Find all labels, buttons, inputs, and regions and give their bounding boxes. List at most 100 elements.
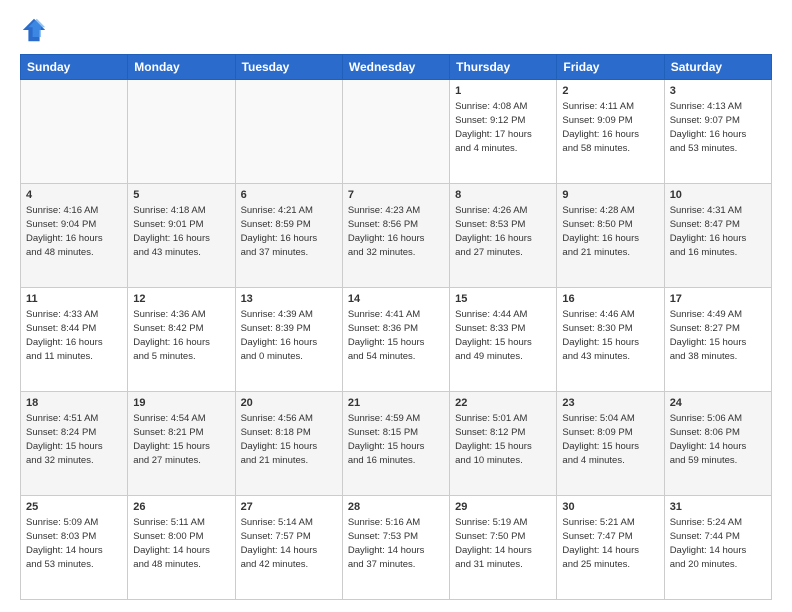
day-info: Sunrise: 4:31 AMSunset: 8:47 PMDaylight:… xyxy=(670,204,766,259)
day-info: Sunrise: 4:44 AMSunset: 8:33 PMDaylight:… xyxy=(455,308,551,363)
day-info: Sunrise: 4:59 AMSunset: 8:15 PMDaylight:… xyxy=(348,412,444,467)
day-number: 6 xyxy=(241,188,337,203)
day-number: 25 xyxy=(26,500,122,515)
day-number: 23 xyxy=(562,396,658,411)
calendar-cell: 5Sunrise: 4:18 AMSunset: 9:01 PMDaylight… xyxy=(128,184,235,288)
day-number: 12 xyxy=(133,292,229,307)
calendar-cell: 10Sunrise: 4:31 AMSunset: 8:47 PMDayligh… xyxy=(664,184,771,288)
day-number: 29 xyxy=(455,500,551,515)
day-number: 22 xyxy=(455,396,551,411)
calendar-cell xyxy=(21,80,128,184)
day-info: Sunrise: 4:26 AMSunset: 8:53 PMDaylight:… xyxy=(455,204,551,259)
day-info: Sunrise: 5:11 AMSunset: 8:00 PMDaylight:… xyxy=(133,516,229,571)
calendar-cell: 1Sunrise: 4:08 AMSunset: 9:12 PMDaylight… xyxy=(450,80,557,184)
day-number: 27 xyxy=(241,500,337,515)
day-info: Sunrise: 5:04 AMSunset: 8:09 PMDaylight:… xyxy=(562,412,658,467)
week-row: 25Sunrise: 5:09 AMSunset: 8:03 PMDayligh… xyxy=(21,496,772,600)
day-number: 11 xyxy=(26,292,122,307)
day-number: 19 xyxy=(133,396,229,411)
calendar-cell: 17Sunrise: 4:49 AMSunset: 8:27 PMDayligh… xyxy=(664,288,771,392)
logo xyxy=(20,16,52,44)
day-info: Sunrise: 4:51 AMSunset: 8:24 PMDaylight:… xyxy=(26,412,122,467)
column-header-saturday: Saturday xyxy=(664,55,771,80)
calendar-cell: 29Sunrise: 5:19 AMSunset: 7:50 PMDayligh… xyxy=(450,496,557,600)
week-row: 4Sunrise: 4:16 AMSunset: 9:04 PMDaylight… xyxy=(21,184,772,288)
calendar-cell: 23Sunrise: 5:04 AMSunset: 8:09 PMDayligh… xyxy=(557,392,664,496)
column-header-thursday: Thursday xyxy=(450,55,557,80)
calendar-cell: 27Sunrise: 5:14 AMSunset: 7:57 PMDayligh… xyxy=(235,496,342,600)
day-number: 16 xyxy=(562,292,658,307)
day-number: 2 xyxy=(562,84,658,99)
calendar-cell: 19Sunrise: 4:54 AMSunset: 8:21 PMDayligh… xyxy=(128,392,235,496)
calendar-cell: 8Sunrise: 4:26 AMSunset: 8:53 PMDaylight… xyxy=(450,184,557,288)
calendar-cell: 11Sunrise: 4:33 AMSunset: 8:44 PMDayligh… xyxy=(21,288,128,392)
calendar-cell xyxy=(235,80,342,184)
day-info: Sunrise: 5:24 AMSunset: 7:44 PMDaylight:… xyxy=(670,516,766,571)
day-number: 17 xyxy=(670,292,766,307)
calendar-cell: 16Sunrise: 4:46 AMSunset: 8:30 PMDayligh… xyxy=(557,288,664,392)
column-header-tuesday: Tuesday xyxy=(235,55,342,80)
day-info: Sunrise: 4:41 AMSunset: 8:36 PMDaylight:… xyxy=(348,308,444,363)
day-info: Sunrise: 5:09 AMSunset: 8:03 PMDaylight:… xyxy=(26,516,122,571)
day-info: Sunrise: 4:13 AMSunset: 9:07 PMDaylight:… xyxy=(670,100,766,155)
day-info: Sunrise: 5:19 AMSunset: 7:50 PMDaylight:… xyxy=(455,516,551,571)
column-header-wednesday: Wednesday xyxy=(342,55,449,80)
calendar-cell: 20Sunrise: 4:56 AMSunset: 8:18 PMDayligh… xyxy=(235,392,342,496)
day-number: 31 xyxy=(670,500,766,515)
calendar-cell: 14Sunrise: 4:41 AMSunset: 8:36 PMDayligh… xyxy=(342,288,449,392)
day-number: 3 xyxy=(670,84,766,99)
calendar-cell xyxy=(128,80,235,184)
calendar-cell: 13Sunrise: 4:39 AMSunset: 8:39 PMDayligh… xyxy=(235,288,342,392)
day-info: Sunrise: 4:21 AMSunset: 8:59 PMDaylight:… xyxy=(241,204,337,259)
column-header-friday: Friday xyxy=(557,55,664,80)
calendar-cell: 25Sunrise: 5:09 AMSunset: 8:03 PMDayligh… xyxy=(21,496,128,600)
calendar-cell: 24Sunrise: 5:06 AMSunset: 8:06 PMDayligh… xyxy=(664,392,771,496)
day-number: 7 xyxy=(348,188,444,203)
calendar-table: SundayMondayTuesdayWednesdayThursdayFrid… xyxy=(20,54,772,600)
day-info: Sunrise: 4:49 AMSunset: 8:27 PMDaylight:… xyxy=(670,308,766,363)
day-info: Sunrise: 5:14 AMSunset: 7:57 PMDaylight:… xyxy=(241,516,337,571)
calendar-cell xyxy=(342,80,449,184)
calendar-cell: 2Sunrise: 4:11 AMSunset: 9:09 PMDaylight… xyxy=(557,80,664,184)
header xyxy=(20,16,772,44)
day-number: 30 xyxy=(562,500,658,515)
day-info: Sunrise: 4:39 AMSunset: 8:39 PMDaylight:… xyxy=(241,308,337,363)
calendar-cell: 30Sunrise: 5:21 AMSunset: 7:47 PMDayligh… xyxy=(557,496,664,600)
logo-icon xyxy=(20,16,48,44)
week-row: 11Sunrise: 4:33 AMSunset: 8:44 PMDayligh… xyxy=(21,288,772,392)
day-number: 28 xyxy=(348,500,444,515)
calendar-cell: 7Sunrise: 4:23 AMSunset: 8:56 PMDaylight… xyxy=(342,184,449,288)
header-row: SundayMondayTuesdayWednesdayThursdayFrid… xyxy=(21,55,772,80)
day-info: Sunrise: 4:28 AMSunset: 8:50 PMDaylight:… xyxy=(562,204,658,259)
day-number: 14 xyxy=(348,292,444,307)
page: SundayMondayTuesdayWednesdayThursdayFrid… xyxy=(0,0,792,612)
day-number: 9 xyxy=(562,188,658,203)
day-number: 4 xyxy=(26,188,122,203)
day-info: Sunrise: 4:33 AMSunset: 8:44 PMDaylight:… xyxy=(26,308,122,363)
day-info: Sunrise: 4:46 AMSunset: 8:30 PMDaylight:… xyxy=(562,308,658,363)
day-number: 24 xyxy=(670,396,766,411)
day-number: 10 xyxy=(670,188,766,203)
calendar-cell: 4Sunrise: 4:16 AMSunset: 9:04 PMDaylight… xyxy=(21,184,128,288)
day-info: Sunrise: 5:16 AMSunset: 7:53 PMDaylight:… xyxy=(348,516,444,571)
day-info: Sunrise: 4:16 AMSunset: 9:04 PMDaylight:… xyxy=(26,204,122,259)
calendar-cell: 22Sunrise: 5:01 AMSunset: 8:12 PMDayligh… xyxy=(450,392,557,496)
day-number: 13 xyxy=(241,292,337,307)
day-info: Sunrise: 4:56 AMSunset: 8:18 PMDaylight:… xyxy=(241,412,337,467)
day-number: 20 xyxy=(241,396,337,411)
calendar-cell: 28Sunrise: 5:16 AMSunset: 7:53 PMDayligh… xyxy=(342,496,449,600)
calendar-cell: 18Sunrise: 4:51 AMSunset: 8:24 PMDayligh… xyxy=(21,392,128,496)
calendar-cell: 12Sunrise: 4:36 AMSunset: 8:42 PMDayligh… xyxy=(128,288,235,392)
day-info: Sunrise: 4:18 AMSunset: 9:01 PMDaylight:… xyxy=(133,204,229,259)
calendar-cell: 3Sunrise: 4:13 AMSunset: 9:07 PMDaylight… xyxy=(664,80,771,184)
day-info: Sunrise: 4:08 AMSunset: 9:12 PMDaylight:… xyxy=(455,100,551,155)
calendar-cell: 31Sunrise: 5:24 AMSunset: 7:44 PMDayligh… xyxy=(664,496,771,600)
day-number: 15 xyxy=(455,292,551,307)
day-number: 1 xyxy=(455,84,551,99)
calendar-cell: 9Sunrise: 4:28 AMSunset: 8:50 PMDaylight… xyxy=(557,184,664,288)
day-number: 26 xyxy=(133,500,229,515)
day-number: 21 xyxy=(348,396,444,411)
calendar-cell: 15Sunrise: 4:44 AMSunset: 8:33 PMDayligh… xyxy=(450,288,557,392)
calendar-cell: 26Sunrise: 5:11 AMSunset: 8:00 PMDayligh… xyxy=(128,496,235,600)
day-number: 8 xyxy=(455,188,551,203)
